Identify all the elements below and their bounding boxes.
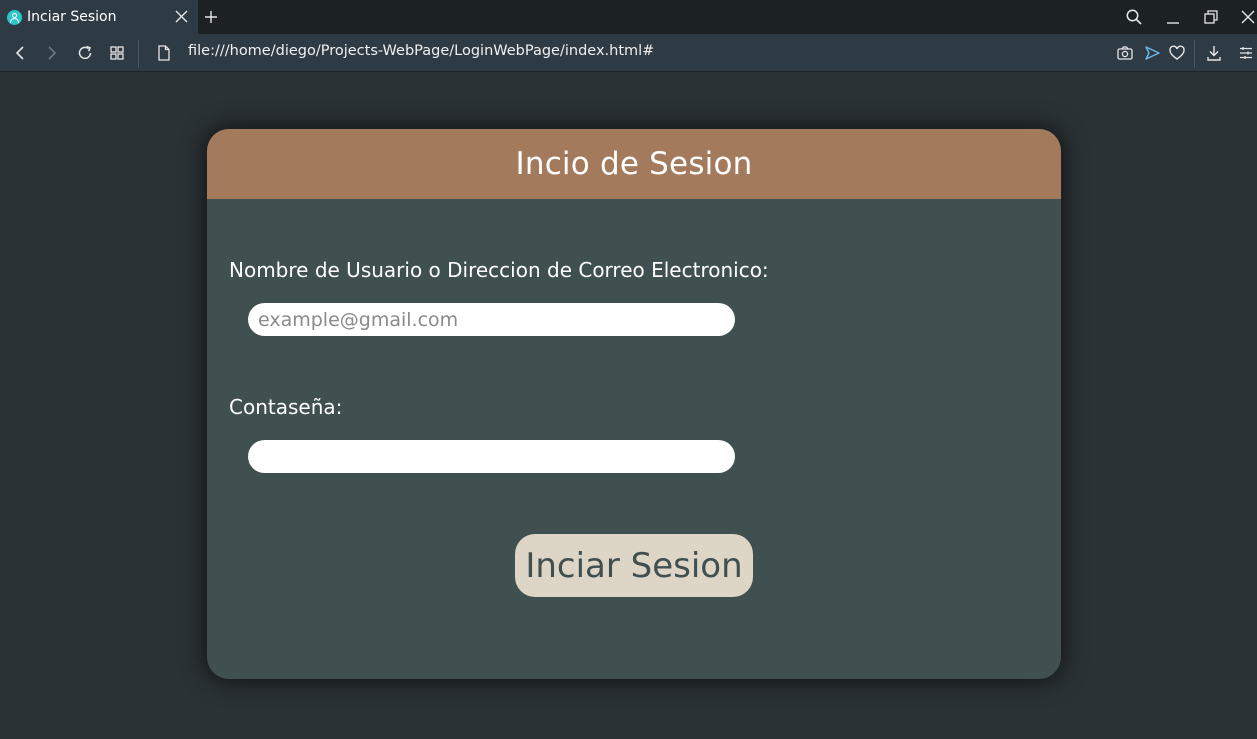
camera-icon[interactable] [1116, 44, 1134, 62]
close-icon[interactable] [1239, 8, 1257, 26]
back-icon[interactable] [11, 44, 29, 62]
password-label: Contaseña: [229, 395, 343, 419]
minimize-icon[interactable] [1164, 8, 1182, 26]
address-bar[interactable]: file:///home/diego/Projects-WebPage/Logi… [188, 43, 654, 59]
plus-icon[interactable] [203, 9, 219, 25]
tab-strip: Inciar Sesion [0, 0, 1257, 34]
grid-icon[interactable] [108, 44, 126, 62]
close-icon[interactable] [175, 10, 188, 23]
login-card: Incio de Sesion Nombre de Usuario o Dire… [207, 129, 1061, 679]
browser-toolbar: file:///home/diego/Projects-WebPage/Logi… [0, 34, 1257, 72]
restore-icon[interactable] [1202, 8, 1220, 26]
download-icon[interactable] [1205, 44, 1223, 62]
forward-icon[interactable] [43, 44, 61, 62]
tab-title: Inciar Sesion [27, 9, 117, 25]
heart-icon[interactable] [1168, 44, 1186, 62]
page-title: Incio de Sesion [515, 146, 753, 182]
user-icon [7, 9, 22, 25]
send-icon[interactable] [1143, 44, 1161, 62]
search-icon[interactable] [1125, 8, 1143, 26]
file-icon [158, 45, 170, 61]
login-button[interactable]: Inciar Sesion [515, 534, 753, 597]
page-viewport: Incio de Sesion Nombre de Usuario o Dire… [0, 72, 1257, 739]
toolbar-divider [138, 40, 139, 68]
password-input[interactable] [248, 440, 735, 473]
menu-icon[interactable] [1237, 44, 1255, 62]
username-label: Nombre de Usuario o Direccion de Correo … [229, 258, 769, 282]
reload-icon[interactable] [76, 44, 94, 62]
username-input[interactable] [248, 303, 735, 336]
tab-inciar-sesion[interactable]: Inciar Sesion [0, 0, 198, 34]
card-header: Incio de Sesion [207, 129, 1061, 199]
toolbar-divider [1194, 40, 1195, 68]
